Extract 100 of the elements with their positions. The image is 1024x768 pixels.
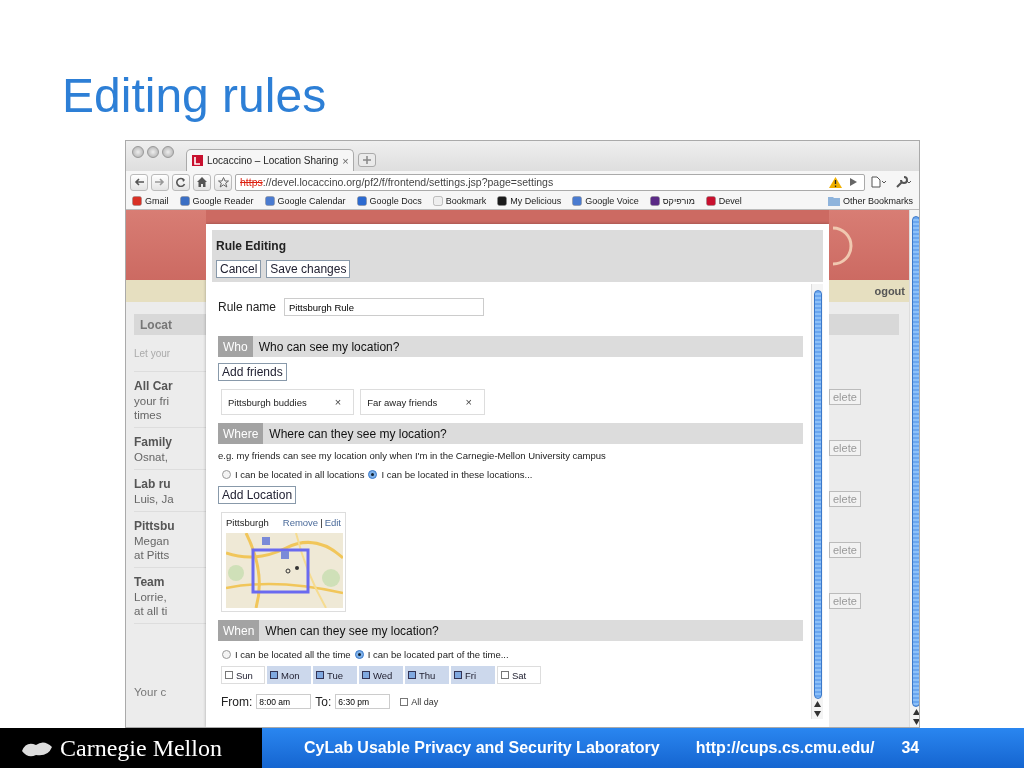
wrench-icon [896, 176, 912, 188]
field-label: To: [315, 694, 332, 709]
bookmark-folder[interactable]: Other Bookmarks [827, 196, 913, 206]
bookmark-favicon-icon [572, 196, 583, 206]
separator-text: | [320, 517, 323, 528]
back-arrow-icon [134, 178, 144, 186]
reload-button[interactable] [172, 173, 190, 191]
field-label: Rule name [218, 300, 277, 314]
scrollbar[interactable] [909, 210, 919, 727]
dialog-title: Rule Editing [216, 239, 286, 253]
star-icon [217, 176, 229, 188]
rule-title: Team [134, 574, 166, 590]
add-friends-button[interactable]: Add friends [218, 363, 287, 381]
add-location-button[interactable]: Add Location [218, 486, 297, 504]
remove-button[interactable]: × [330, 396, 346, 408]
rule-description: Luis, Ja [134, 492, 175, 506]
back-button[interactable] [130, 173, 148, 191]
logout-link[interactable]: ogout [874, 285, 905, 297]
section-heading: When can they see my location? [265, 623, 439, 638]
bookmark-link[interactable]: Google Calendar [264, 196, 346, 206]
browser-tab[interactable]: Locaccino – Location Sharing × [186, 149, 354, 171]
scroll-down-icon[interactable] [912, 719, 919, 725]
bookmark-star-button[interactable] [214, 173, 232, 191]
radio-option[interactable]: I can be located part of the time... [354, 649, 509, 660]
rule-title: All Car [134, 378, 174, 394]
bookmark-favicon-icon [356, 196, 367, 206]
slide-title: Editing rules [62, 68, 327, 124]
day-checkbox[interactable]: Wed [359, 666, 403, 684]
ring-icon [831, 226, 853, 266]
section-heading: Where can they see my location? [269, 426, 447, 441]
bookmark-link[interactable]: Google Voice [572, 196, 639, 206]
folder-icon [827, 196, 840, 206]
section-tag: Who [218, 336, 253, 357]
section-title-bar [829, 314, 899, 335]
dialog-button[interactable]: Save changes [266, 260, 351, 278]
field-label: From: [221, 694, 253, 709]
footer-url: http://cups.cs.cmu.edu/ [695, 739, 875, 757]
bookmark-link[interactable]: Google Reader [179, 196, 254, 206]
rule-description: at Pitts [134, 548, 171, 562]
bookmark-link[interactable]: Bookmark [432, 196, 487, 206]
bookmark-link[interactable]: Gmail [132, 196, 169, 206]
all-day-checkbox[interactable]: All day [400, 696, 439, 707]
day-checkbox[interactable]: Thu [405, 666, 449, 684]
location-name: Pittsburgh [226, 517, 269, 528]
rule-description: at all ti [134, 604, 169, 618]
time-field[interactable]: 6:30 pm [335, 694, 391, 709]
day-checkbox[interactable]: Sat [497, 666, 541, 684]
rule-name-field[interactable]: Pittsburgh Rule [284, 298, 485, 316]
tab-close-button[interactable]: × [342, 154, 349, 167]
section-title: Locat [134, 314, 206, 335]
section-heading: Who can see my location? [258, 339, 400, 354]
rule-description: Lorrie, [134, 590, 168, 604]
rule-title: Lab ru [134, 476, 172, 492]
reload-icon [176, 177, 186, 187]
rule-title: Family [134, 434, 173, 450]
rule-title: Pittsbu [134, 518, 176, 534]
section-tag: Where [218, 423, 264, 444]
bookmark-link[interactable]: My Delicious [497, 196, 562, 206]
section-tag: When [218, 620, 260, 641]
scroll-down-icon[interactable] [814, 711, 821, 717]
day-checkbox[interactable]: Mon [267, 666, 311, 684]
forward-arrow-icon [155, 178, 165, 186]
bookmark-favicon-icon [649, 196, 660, 206]
remove-link[interactable]: Remove [282, 517, 319, 528]
bookmark-link[interactable]: Devel [705, 196, 742, 206]
url-text: ://devel.locaccino.org/pf2/f/frontend/settings.jsp?page=settings [262, 176, 555, 188]
play-icon [849, 178, 857, 186]
tab-favicon-icon [192, 155, 203, 166]
remove-button[interactable]: × [461, 396, 476, 408]
home-icon [197, 177, 207, 187]
url-scheme: https [240, 176, 263, 188]
day-checkbox[interactable]: Sun [221, 666, 265, 684]
scroll-up-icon[interactable] [912, 709, 919, 715]
warning-icon [829, 176, 842, 188]
scroll-up-icon[interactable] [814, 701, 821, 707]
day-checkbox[interactable]: Fri [451, 666, 495, 684]
address-bar[interactable]: https://devel.locaccino.org/pf2/f/frontend/settings.jsp?page=settings [235, 173, 865, 191]
bookmark-favicon-icon [705, 196, 716, 206]
radio-option[interactable]: I can be located in all locations [222, 469, 365, 480]
page-text: Your c [134, 686, 168, 698]
bookmark-favicon-icon [179, 196, 190, 206]
radio-option[interactable]: I can be located all the time [222, 649, 351, 660]
bookmark-link[interactable]: Google Docs [356, 196, 422, 206]
scroll-thumb[interactable] [912, 216, 919, 707]
scroll-thumb[interactable] [813, 290, 822, 699]
rule-description: Megan [134, 534, 171, 548]
scrollbar[interactable] [811, 284, 823, 719]
edit-link[interactable]: Edit [324, 517, 341, 528]
bookmark-link[interactable]: מורפיקס [649, 196, 695, 206]
day-checkbox[interactable]: Tue [313, 666, 357, 684]
plus-icon [363, 156, 371, 164]
slide-number: 34 [901, 739, 920, 757]
radio-option[interactable]: I can be located in these locations... [368, 469, 533, 480]
home-button[interactable] [193, 173, 211, 191]
bookmark-favicon-icon [432, 196, 443, 206]
rule-description: Osnat, [134, 450, 169, 464]
bookmark-favicon-icon [132, 196, 142, 206]
logo-text: Carnegie Mellon [60, 734, 222, 762]
time-field[interactable]: 8:00 am [256, 694, 312, 709]
dialog-button[interactable]: Cancel [216, 260, 262, 278]
